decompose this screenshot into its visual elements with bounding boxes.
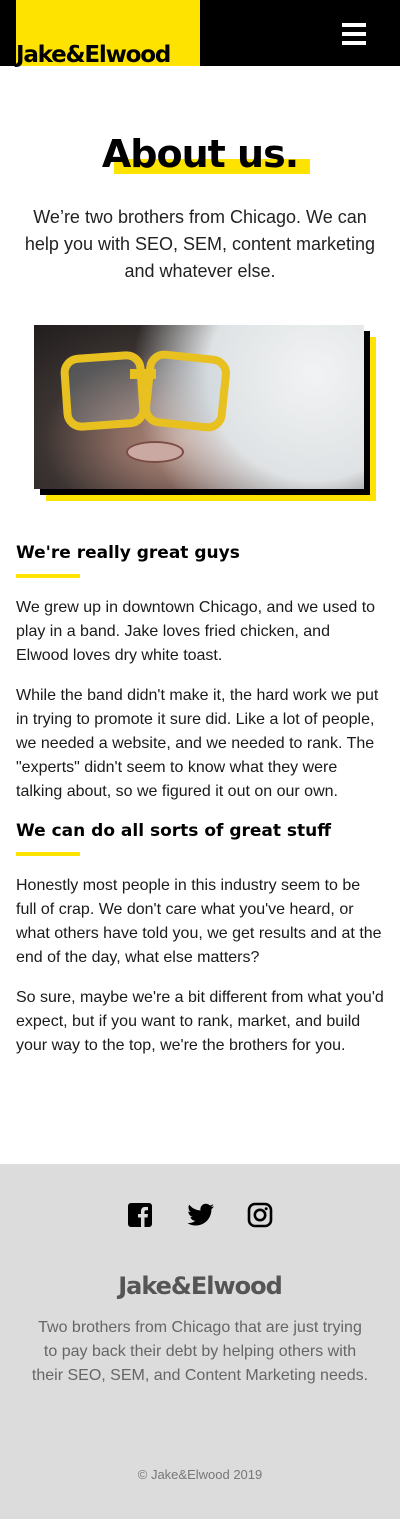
main-content: About us. We’re two brothers from Chicag… <box>0 66 400 1058</box>
hamburger-menu-icon[interactable] <box>342 23 366 45</box>
goggle-lens-left <box>59 350 149 432</box>
footer-description: Two brothers from Chicago that are just … <box>31 1319 369 1384</box>
menu-bar <box>342 41 366 45</box>
facebook-icon[interactable] <box>127 1202 153 1228</box>
instagram-icon[interactable] <box>247 1202 273 1228</box>
site-footer: Jake&Elwood Two brothers from Chicago th… <box>0 1164 400 1519</box>
hero-section: About us. We’re two brothers from Chicag… <box>0 66 400 285</box>
heading-underline <box>16 852 80 856</box>
photo-frame <box>34 325 376 501</box>
paragraph: Honestly most people in this industry se… <box>16 877 382 966</box>
mouth-shape <box>126 441 184 463</box>
section-heading-great-guys: We're really great guys <box>16 543 240 563</box>
logo-link[interactable]: Jake&Elwood <box>16 0 200 68</box>
section-heading-great-stuff: We can do all sorts of great stuff <box>16 821 332 841</box>
person-with-diving-goggles-image <box>34 325 364 489</box>
heading-underline <box>16 574 80 578</box>
page-title-wrap: About us. <box>101 132 311 176</box>
about-content: We're really great guys We grew up in do… <box>0 492 400 1058</box>
paragraph: So sure, maybe we're a bit different fro… <box>16 989 384 1054</box>
hero-intro: We’re two brothers from Chicago. We can … <box>24 207 376 281</box>
goggle-bridge <box>130 369 156 379</box>
logo-text: Jake&Elwood <box>16 42 171 68</box>
site-header: Jake&Elwood <box>0 0 400 68</box>
paragraph: We grew up in downtown Chicago, and we u… <box>16 599 376 664</box>
page-title: About us. <box>101 132 299 176</box>
social-links <box>0 1202 400 1228</box>
menu-bar <box>342 32 366 36</box>
paragraph: While the band didn't make it, the hard … <box>16 687 379 800</box>
goggle-lens-right <box>140 348 232 434</box>
footer-logo: Jake&Elwood <box>118 1272 283 1300</box>
copyright-text: © Jake&Elwood 2019 <box>137 1467 263 1482</box>
menu-bar <box>342 23 366 27</box>
twitter-icon[interactable] <box>187 1202 214 1228</box>
